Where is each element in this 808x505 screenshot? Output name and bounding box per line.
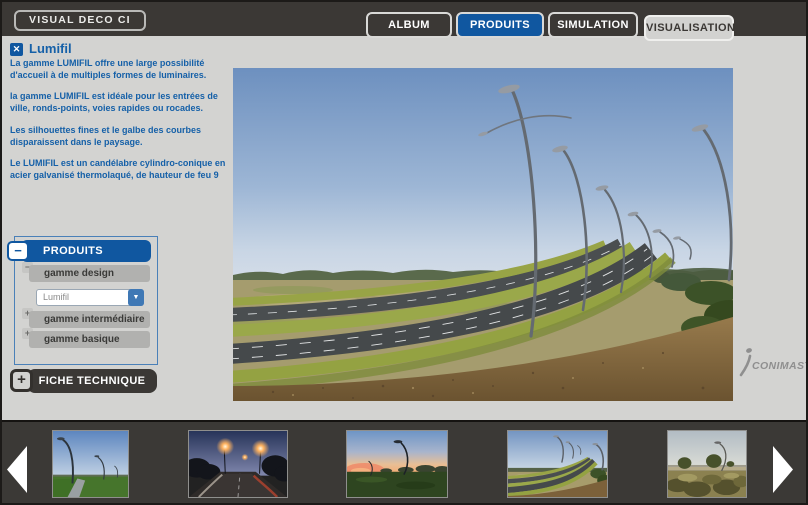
expand-fiche-icon[interactable]: + [10, 369, 33, 392]
conimast-wordmark: CONIMAST [752, 360, 808, 372]
tab-simulation[interactable]: SIMULATION [548, 12, 638, 38]
main-product-photo [233, 68, 733, 401]
products-panel-header[interactable]: PRODUITS [21, 240, 151, 262]
thumbnail-1[interactable] [52, 430, 129, 498]
description-paragraph: Les silhouettes fines et le galbe des co… [10, 124, 226, 148]
group-gamme-basique[interactable]: gamme basique [29, 331, 150, 348]
description-paragraph: Le LUMIFIL est un candélabre cylindro-co… [10, 157, 226, 181]
thumbnail-3[interactable] [346, 430, 448, 498]
description-paragraph: la gamme LUMIFIL est idéale pour les ent… [10, 90, 226, 114]
thumbnail-3-image [347, 431, 447, 497]
visual-deco-app: VISUAL DECO CI ALBUM PRODUITS SIMULATION… [0, 0, 808, 505]
group-gamme-intermediaire[interactable]: gamme intermédiaire [29, 311, 150, 328]
chevron-down-icon[interactable]: ▼ [128, 289, 144, 306]
group-gamme-design[interactable]: gamme design [29, 265, 150, 282]
thumbnail-4-image [508, 431, 607, 497]
next-arrow-icon[interactable] [772, 445, 794, 494]
product-title: Lumifil [29, 41, 72, 56]
thumbnail-2-image [189, 431, 287, 497]
thumbnail-5[interactable] [667, 430, 747, 498]
conimast-i-icon [739, 346, 753, 378]
product-select[interactable]: Lumifil ▼ [36, 289, 144, 306]
thumbnail-4[interactable] [507, 430, 608, 498]
tab-album[interactable]: ALBUM [366, 12, 452, 38]
tab-visualisation[interactable]: VISUALISATION [644, 15, 734, 41]
thumbnail-2[interactable] [188, 430, 288, 498]
road-scene-image [233, 68, 733, 401]
description-paragraph: La gamme LUMIFIL offre une large possibi… [10, 57, 226, 81]
fiche-technique-button[interactable]: FICHE TECHNIQUE [27, 369, 157, 393]
product-select-value: Lumifil [43, 290, 69, 305]
product-description: La gamme LUMIFIL offre une large possibi… [10, 57, 226, 190]
thumbnail-5-image [668, 431, 746, 497]
close-info-icon[interactable]: ✕ [10, 43, 23, 56]
tab-produits[interactable]: PRODUITS [456, 12, 544, 38]
conimast-logo: CONIMAST [739, 346, 805, 380]
thumbnail-strip [2, 420, 806, 503]
app-logo: VISUAL DECO CI [14, 10, 146, 31]
thumbnail-1-image [53, 431, 128, 497]
collapse-panel-button[interactable]: − [7, 241, 29, 261]
previous-arrow-icon[interactable] [6, 445, 28, 494]
